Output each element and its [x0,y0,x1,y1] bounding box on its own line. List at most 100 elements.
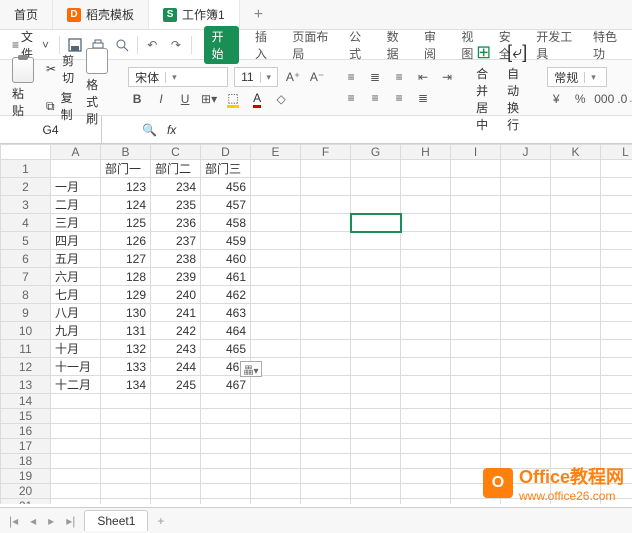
clear-format-button[interactable]: ◇ [272,90,290,108]
cell[interactable] [351,394,401,409]
cell[interactable] [601,394,632,409]
cell[interactable] [351,214,401,232]
ribbon-tab-page-layout[interactable]: 页面布局 [290,26,333,64]
font-size-combo[interactable]: 11▾ [234,67,278,87]
ribbon-tab-formula[interactable]: 公式 [347,26,370,64]
cell[interactable] [501,196,551,214]
cell[interactable] [251,499,301,505]
cell[interactable] [301,424,351,439]
cell[interactable] [551,376,601,394]
cell[interactable] [151,484,201,499]
cell[interactable] [251,214,301,232]
cell[interactable] [101,394,151,409]
cell[interactable]: 242 [151,322,201,340]
cell[interactable] [151,409,201,424]
row-header[interactable]: 19 [1,469,51,484]
cell[interactable] [351,322,401,340]
cell[interactable] [301,439,351,454]
cell[interactable] [601,439,632,454]
cell[interactable]: 456 [201,178,251,196]
sheet-nav-prev[interactable]: ◂ [27,514,39,528]
cell[interactable]: 部门二 [151,160,201,178]
row-header[interactable]: 9 [1,304,51,322]
cell[interactable] [51,469,101,484]
cell[interactable] [151,424,201,439]
cell[interactable] [501,286,551,304]
col-header[interactable]: D [201,145,251,160]
cell[interactable] [401,424,451,439]
spreadsheet-grid[interactable]: ABCDEFGHIJKL1部门一部门二部门三2一月1232344563二月124… [0,144,632,504]
cell[interactable] [401,409,451,424]
percent-button[interactable]: % [571,90,589,108]
cell[interactable] [551,322,601,340]
row-header[interactable]: 7 [1,268,51,286]
col-header[interactable]: H [401,145,451,160]
cell[interactable] [301,214,351,232]
cell[interactable] [401,358,451,376]
cell[interactable]: 237 [151,232,201,250]
row-header[interactable]: 20 [1,484,51,499]
cell[interactable] [601,304,632,322]
cell[interactable]: 238 [151,250,201,268]
cell[interactable] [551,286,601,304]
cell[interactable] [451,232,501,250]
col-header[interactable]: E [251,145,301,160]
row-header[interactable]: 10 [1,322,51,340]
cell[interactable] [101,409,151,424]
cell[interactable]: 241 [151,304,201,322]
fill-color-button[interactable]: ⬚ [224,90,242,108]
cell[interactable] [601,232,632,250]
cell[interactable] [451,340,501,358]
cell[interactable] [351,376,401,394]
cell[interactable]: 134 [101,376,151,394]
cell[interactable]: 128 [101,268,151,286]
cell[interactable] [151,439,201,454]
cell[interactable] [351,340,401,358]
col-header[interactable]: B [101,145,151,160]
cell[interactable] [301,340,351,358]
cell[interactable] [201,484,251,499]
redo-icon[interactable]: ↷ [167,35,185,55]
cell[interactable] [551,178,601,196]
cell[interactable] [501,178,551,196]
cell[interactable] [401,304,451,322]
name-box[interactable]: G4 [0,116,102,143]
cell[interactable] [551,268,601,286]
cell[interactable] [101,454,151,469]
cell[interactable] [501,268,551,286]
ribbon-tab-data[interactable]: 数据 [385,26,408,64]
cell[interactable] [351,232,401,250]
cell[interactable]: 一月 [51,178,101,196]
cell[interactable] [551,394,601,409]
cell[interactable] [601,286,632,304]
cell[interactable] [451,394,501,409]
cell[interactable] [251,484,301,499]
border-button[interactable]: ⊞▾ [200,90,218,108]
cell[interactable]: 126 [101,232,151,250]
cell[interactable] [601,358,632,376]
cell[interactable] [401,484,451,499]
cell[interactable] [401,196,451,214]
cell[interactable]: 127 [101,250,151,268]
cell[interactable]: 465 [201,340,251,358]
cell[interactable] [251,178,301,196]
cell[interactable] [301,196,351,214]
cell[interactable] [51,484,101,499]
cell[interactable] [401,454,451,469]
cell[interactable] [301,409,351,424]
cell[interactable] [151,469,201,484]
cell[interactable]: 八月 [51,304,101,322]
cell[interactable] [201,469,251,484]
cell[interactable] [551,439,601,454]
cell[interactable]: 125 [101,214,151,232]
cell[interactable]: 462 [201,286,251,304]
ribbon-tab-special[interactable]: 特色功 [591,26,624,64]
cell[interactable] [501,376,551,394]
cell[interactable] [401,499,451,505]
row-header[interactable]: 11 [1,340,51,358]
cell[interactable]: 234 [151,178,201,196]
cell[interactable] [351,286,401,304]
cell[interactable] [301,499,351,505]
cell[interactable] [501,322,551,340]
cell[interactable] [301,250,351,268]
